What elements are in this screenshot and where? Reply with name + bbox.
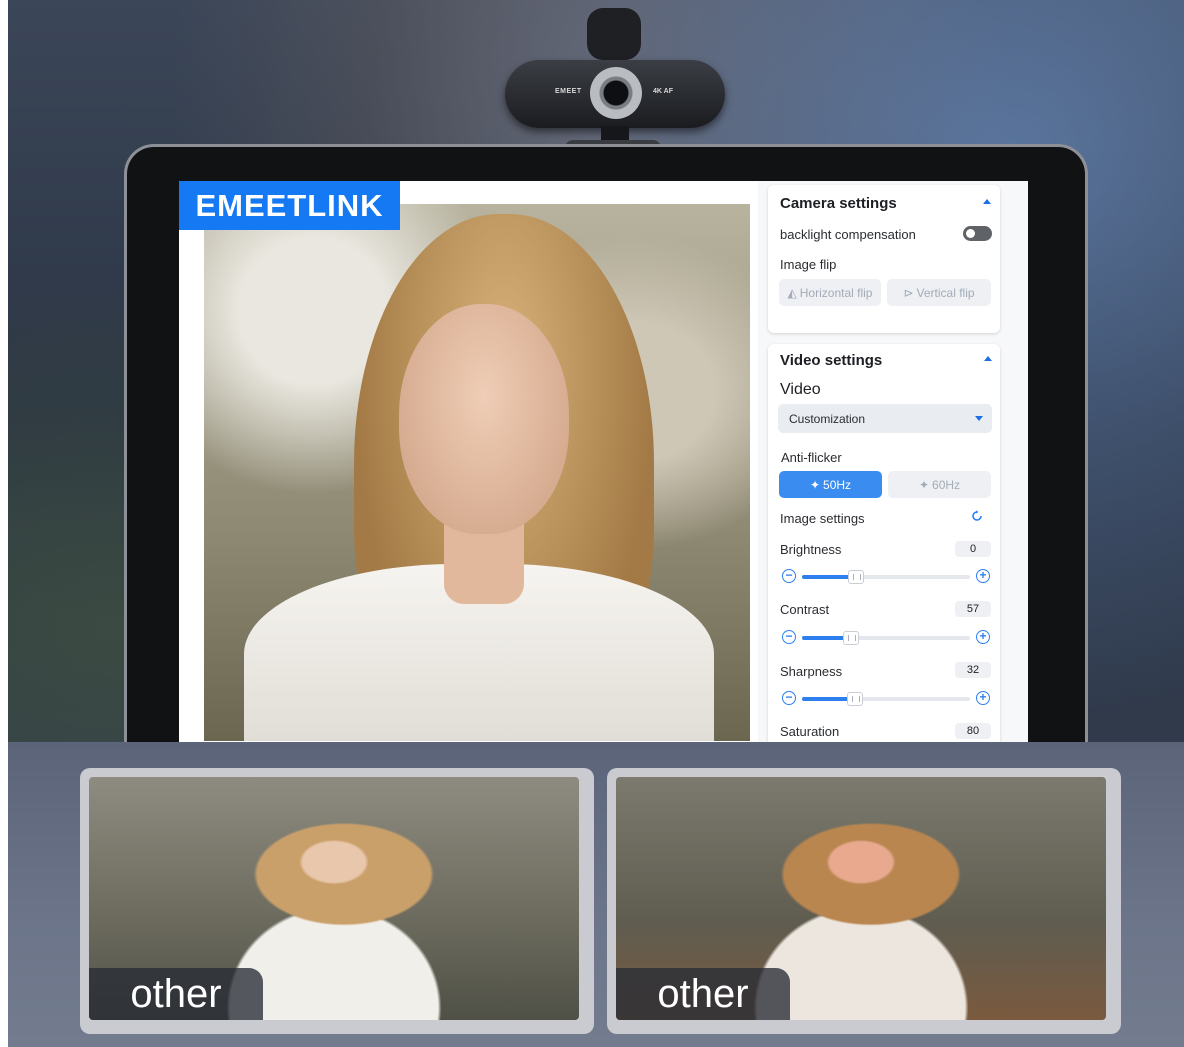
webcam-privacy-cover bbox=[587, 8, 641, 60]
image-flip-label: Image flip bbox=[780, 257, 837, 272]
image-settings-label: Image settings bbox=[780, 511, 865, 526]
vertical-flip-button[interactable]: ⊳ Vertical flip bbox=[887, 279, 991, 306]
left-edge-strip bbox=[0, 0, 8, 1047]
saturation-label: Saturation bbox=[780, 724, 840, 739]
plus-icon[interactable]: + bbox=[976, 569, 990, 583]
plus-icon[interactable]: + bbox=[976, 630, 990, 644]
anti-flicker-50hz-label: 50Hz bbox=[823, 477, 852, 492]
minus-icon[interactable]: − bbox=[782, 691, 796, 705]
comparison-label-left: other bbox=[89, 968, 263, 1020]
comparison-frame-left: other bbox=[80, 768, 594, 1034]
minus-icon[interactable]: − bbox=[782, 630, 796, 644]
sharpness-slider[interactable]: − + bbox=[780, 689, 992, 709]
contrast-slider[interactable]: − + bbox=[780, 628, 992, 648]
sparkle-icon: ✦ bbox=[918, 477, 930, 492]
webcam-brand-text: EMEET bbox=[555, 88, 582, 95]
camera-preview bbox=[204, 204, 750, 741]
contrast-value[interactable]: 57 bbox=[955, 601, 991, 617]
slider-thumb[interactable] bbox=[843, 631, 860, 645]
slider-thumb[interactable] bbox=[846, 692, 863, 706]
anti-flicker-50hz-button[interactable]: ✦ 50Hz bbox=[779, 471, 882, 498]
slider-fill bbox=[802, 697, 851, 701]
collapse-caret-icon[interactable] bbox=[984, 356, 992, 361]
sparkle-icon: ✦ bbox=[809, 477, 821, 492]
camera-settings-title: Camera settings bbox=[780, 195, 897, 212]
sharpness-value[interactable]: 32 bbox=[955, 662, 991, 678]
horizontal-flip-button[interactable]: ◭ Horizontal flip bbox=[779, 279, 881, 306]
flip-horizontal-icon: ◭ bbox=[787, 285, 797, 300]
saturation-value[interactable]: 80 bbox=[955, 723, 991, 739]
vertical-flip-label: Vertical flip bbox=[916, 285, 975, 300]
webcam-spec-text: 4K AF bbox=[653, 88, 673, 95]
portrait-woman bbox=[204, 204, 750, 741]
reset-icon[interactable] bbox=[971, 510, 983, 522]
anti-flicker-60hz-label: 60Hz bbox=[932, 477, 961, 492]
plus-icon[interactable]: + bbox=[976, 691, 990, 705]
slider-thumb[interactable] bbox=[848, 570, 865, 584]
sharpness-label: Sharpness bbox=[780, 664, 843, 679]
slider-fill bbox=[802, 636, 848, 640]
brand-badge: EMEETLINK bbox=[179, 181, 400, 230]
horizontal-flip-label: Horizontal flip bbox=[799, 285, 873, 300]
backlight-toggle[interactable] bbox=[963, 226, 992, 241]
collapse-caret-icon[interactable] bbox=[983, 199, 991, 204]
minus-icon[interactable]: − bbox=[782, 569, 796, 583]
brightness-slider[interactable]: − + bbox=[780, 567, 992, 587]
video-mode-select[interactable]: Customization bbox=[778, 404, 992, 433]
chevron-down-icon bbox=[975, 416, 983, 421]
webcam-lens bbox=[590, 67, 642, 119]
video-label: Video bbox=[780, 381, 821, 398]
contrast-label: Contrast bbox=[780, 602, 830, 617]
flip-vertical-icon: ⊳ bbox=[903, 285, 914, 300]
brightness-value[interactable]: 0 bbox=[955, 541, 991, 557]
brightness-label: Brightness bbox=[780, 542, 842, 557]
anti-flicker-60hz-button[interactable]: ✦ 60Hz bbox=[888, 471, 991, 498]
video-mode-value: Customization bbox=[789, 412, 866, 426]
comparison-label-right: other bbox=[616, 968, 790, 1020]
slider-fill bbox=[802, 575, 853, 579]
video-settings-title: Video settings bbox=[780, 352, 883, 369]
anti-flicker-label: Anti-flicker bbox=[781, 450, 842, 465]
backlight-label: backlight compensation bbox=[780, 227, 916, 242]
comparison-frame-right: other bbox=[607, 768, 1121, 1034]
